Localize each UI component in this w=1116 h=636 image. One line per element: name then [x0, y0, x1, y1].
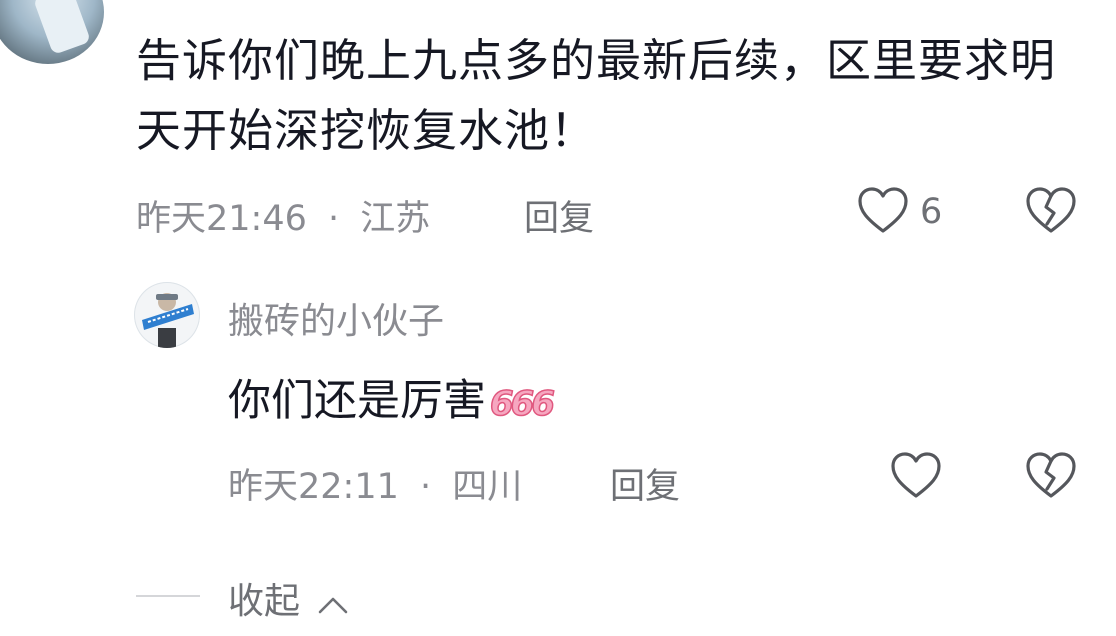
sub-reply-button[interactable]: 回复: [610, 458, 680, 509]
sub-comment-body: 你们还是厉害 666: [228, 366, 556, 428]
chevron-up-icon: [317, 583, 349, 624]
sub-commenter-avatar[interactable]: [134, 282, 200, 348]
sub-comment-location: 四川: [452, 467, 523, 507]
dislike-broken-heart-icon[interactable]: [1025, 186, 1077, 236]
sub-dislike-broken-heart-icon[interactable]: [1025, 451, 1077, 501]
meta-separator: ·: [328, 199, 340, 239]
comment-location: 江苏: [360, 199, 431, 239]
sub-comment-username[interactable]: 搬砖的小伙子: [228, 292, 444, 344]
comment-text: 告诉你们晚上九点多的最新后续，区里要求明天开始深挖恢复水池！: [136, 34, 1057, 157]
comment-time: 昨天21:46: [136, 199, 307, 239]
commenter-avatar[interactable]: [0, 0, 104, 64]
sub-comment-meta: 昨天22:11 · 四川: [228, 458, 522, 509]
comment-meta: 昨天21:46 · 江苏: [136, 190, 430, 241]
collapse-label: 收起: [228, 581, 301, 622]
sub-comment-time: 昨天22:11: [228, 467, 399, 507]
reply-button[interactable]: 回复: [524, 190, 594, 241]
meta-separator: ·: [420, 467, 432, 507]
like-heart-icon[interactable]: [857, 186, 909, 236]
666-emoji-icon: 666: [489, 383, 555, 425]
collapse-button[interactable]: 收起: [228, 572, 349, 624]
collapse-divider: [136, 595, 200, 597]
like-count: 6: [920, 192, 943, 232]
sub-like-heart-icon[interactable]: [890, 451, 942, 501]
sub-comment-text: 你们还是厉害: [228, 376, 486, 426]
